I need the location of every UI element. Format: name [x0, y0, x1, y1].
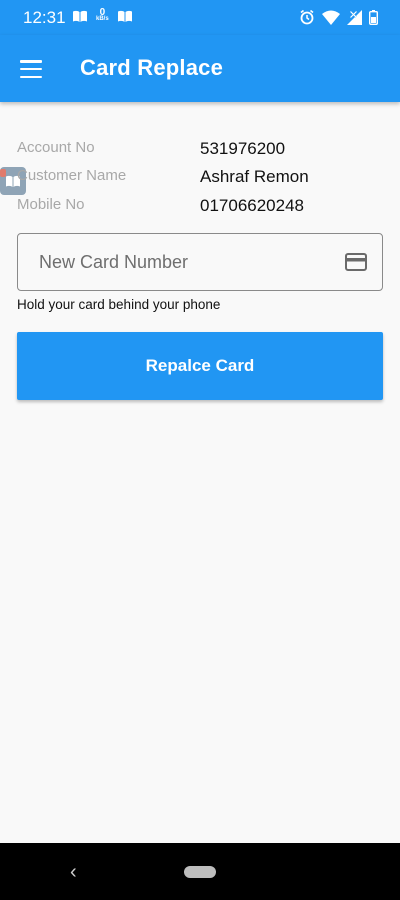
status-left-icons: 0 kB/s [72, 7, 133, 23]
network-speed-value: 0 [99, 7, 106, 18]
account-number-label: Account No [17, 139, 95, 156]
back-chevron-icon[interactable]: ‹ [70, 861, 77, 884]
customer-name-value: Ashraf Remon [200, 167, 309, 186]
account-number-row: Account No 531976200 [17, 139, 387, 163]
status-time: 12:31 [23, 8, 66, 27]
new-card-number-field[interactable] [17, 233, 383, 291]
account-number-value: 531976200 [200, 139, 286, 158]
page-title: Card Replace [80, 55, 224, 80]
battery-icon [369, 9, 378, 25]
network-speed-unit: kB/s [96, 16, 109, 22]
hint-text: Hold your card behind your phone [17, 297, 221, 312]
app-bar: Card Replace [0, 35, 400, 102]
wifi-icon [322, 10, 340, 25]
mobile-number-row: Mobile No 01706620248 [17, 196, 387, 220]
signal-icon [347, 9, 362, 25]
hamburger-menu-icon[interactable] [20, 60, 42, 78]
customer-name-row: Customer Name Ashraf Remon [17, 167, 387, 191]
status-bar: 12:31 0 kB/s [0, 0, 400, 35]
mobile-number-label: Mobile No [17, 196, 85, 213]
book-icon [117, 10, 132, 22]
book-icon [73, 10, 87, 22]
alarm-icon [300, 9, 314, 25]
network-speed-indicator: 0 kB/s [96, 7, 109, 23]
credit-card-icon [345, 253, 367, 271]
mobile-number-value: 01706620248 [200, 196, 305, 215]
status-right-icons [299, 9, 378, 25]
replace-card-button[interactable]: Repalce Card [17, 332, 383, 400]
customer-name-label: Customer Name [17, 167, 127, 184]
system-nav-bar: ‹ [0, 843, 400, 900]
new-card-number-input[interactable] [18, 234, 382, 290]
home-pill-icon[interactable] [184, 866, 216, 878]
